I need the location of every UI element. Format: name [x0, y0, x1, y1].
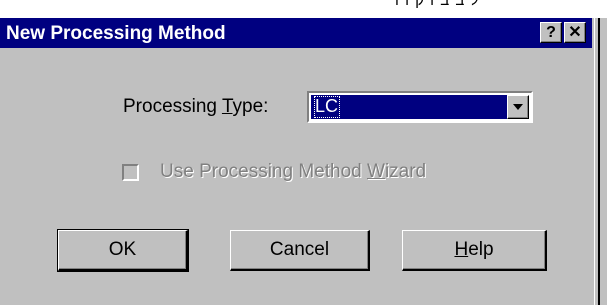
title-bar[interactable]: New Processing Method ? ✕ — [0, 18, 592, 48]
processing-type-selected-field[interactable]: LC — [311, 95, 507, 119]
background-window-frame — [592, 18, 607, 305]
ok-button[interactable]: OK — [57, 229, 189, 272]
chevron-down-icon — [513, 104, 523, 110]
cancel-button[interactable]: Cancel — [230, 230, 370, 271]
close-button[interactable]: ✕ — [564, 22, 586, 43]
help-button[interactable]: Help — [402, 230, 547, 271]
new-processing-method-dialog: New Processing Method ? ✕ Processing Typ… — [0, 18, 592, 305]
help-caption-button[interactable]: ? — [540, 22, 562, 43]
background-text-fragment: ל ב ב ו ק ו ו — [395, 0, 480, 9]
close-icon: ✕ — [568, 24, 582, 41]
processing-type-dropdown[interactable]: LC — [307, 91, 533, 123]
processing-type-value: LC — [315, 96, 339, 116]
wizard-checkbox-label: Use Processing Method Wizard — [160, 161, 427, 182]
dropdown-arrow-button[interactable] — [507, 95, 529, 119]
wizard-checkbox[interactable] — [122, 164, 139, 181]
question-mark-icon: ? — [546, 24, 556, 41]
background-window-strip: ל ב ב ו ק ו ו — [0, 0, 607, 18]
dialog-title: New Processing Method — [6, 23, 226, 44]
processing-type-label: Processing Type: — [123, 96, 269, 117]
